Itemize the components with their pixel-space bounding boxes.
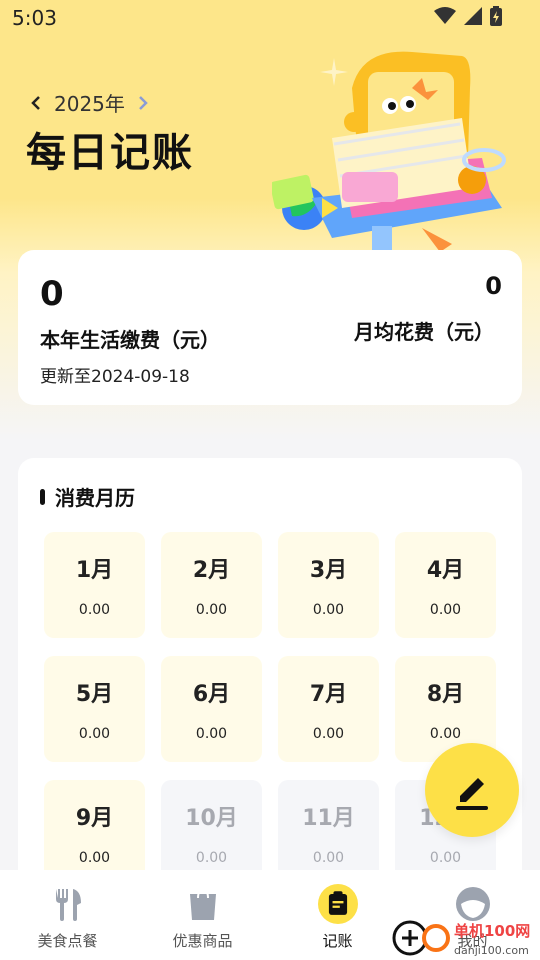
monthly-average-value: 0 [485,272,502,300]
month-name: 3月 [309,558,348,583]
year-label: 2025年 [54,92,125,116]
watermark-url: danji100.com [454,944,529,957]
nav-item-food[interactable]: 美食点餐 [0,870,135,960]
month-amount: 0.00 [429,850,462,866]
battery-icon [490,6,502,26]
month-amount: 0.00 [78,850,111,866]
month-name: 1月 [75,558,114,583]
nav-label: 美食点餐 [37,932,98,950]
summary-card: 0 本年生活缴费（元） 更新至2024-09-18 0 月均花费（元） [18,250,522,405]
ledger-icon [317,884,358,924]
add-record-button[interactable] [425,743,519,837]
year-selector: 2025年 [28,88,151,117]
status-icons [434,6,502,26]
month-amount: 0.00 [78,602,111,618]
month-amount: 0.00 [195,602,228,618]
page-title: 每日记账 [26,130,194,176]
month-cell-3[interactable]: 3月 0.00 [278,532,379,638]
nav-label: 优惠商品 [172,932,233,950]
month-cell-4[interactable]: 4月 0.00 [395,532,496,638]
calendar-title: 消费月历 [55,486,135,510]
month-name: 2月 [192,558,231,583]
prev-year-button[interactable] [28,95,44,111]
fork-knife-icon [48,884,88,924]
month-cell-7[interactable]: 7月 0.00 [278,656,379,762]
month-name: 6月 [192,682,231,707]
signal-icon [464,7,482,25]
nav-label: 记账 [322,932,353,950]
section-marker [40,488,45,505]
nav-item-deals[interactable]: 优惠商品 [135,870,270,960]
next-year-button[interactable] [135,95,151,111]
month-amount: 0.00 [312,726,345,742]
month-amount: 0.00 [312,850,345,866]
month-amount: 0.00 [429,602,462,618]
wifi-icon [434,7,456,25]
month-amount: 0.00 [195,726,228,742]
month-name: 11月 [302,806,355,831]
month-name: 9月 [75,806,114,831]
month-amount: 0.00 [429,726,462,742]
month-name: 5月 [75,682,114,707]
month-cell-2[interactable]: 2月 0.00 [161,532,262,638]
month-name: 10月 [185,806,238,831]
annual-total-label: 本年生活缴费（元） [40,328,220,352]
month-cell-1[interactable]: 1月 0.00 [44,532,145,638]
month-cell-5[interactable]: 5月 0.00 [44,656,145,762]
monthly-average-label: 月均花费（元） [354,320,494,344]
shopping-bag-icon [183,884,223,924]
updated-date-text: 更新至2024-09-18 [40,367,190,387]
watermark-title: 单机100网 [454,922,530,940]
annual-total-value: 0 [40,274,64,314]
month-amount: 0.00 [195,850,228,866]
month-cell-6[interactable]: 6月 0.00 [161,656,262,762]
month-name: 7月 [309,682,348,707]
chevron-left-icon [31,95,40,110]
month-amount: 0.00 [78,726,111,742]
pencil-icon [456,778,488,810]
status-bar: 5:03 [0,0,540,36]
chevron-right-icon [139,95,148,110]
ledger-illustration [270,48,512,258]
month-amount: 0.00 [312,602,345,618]
month-name: 8月 [426,682,465,707]
month-name: 4月 [426,558,465,583]
calendar-header: 消费月历 [40,482,135,511]
status-time: 5:03 [12,6,57,30]
nav-item-ledger[interactable]: 记账 [270,870,405,960]
watermark: 单机100网 danji100.com [392,914,540,960]
